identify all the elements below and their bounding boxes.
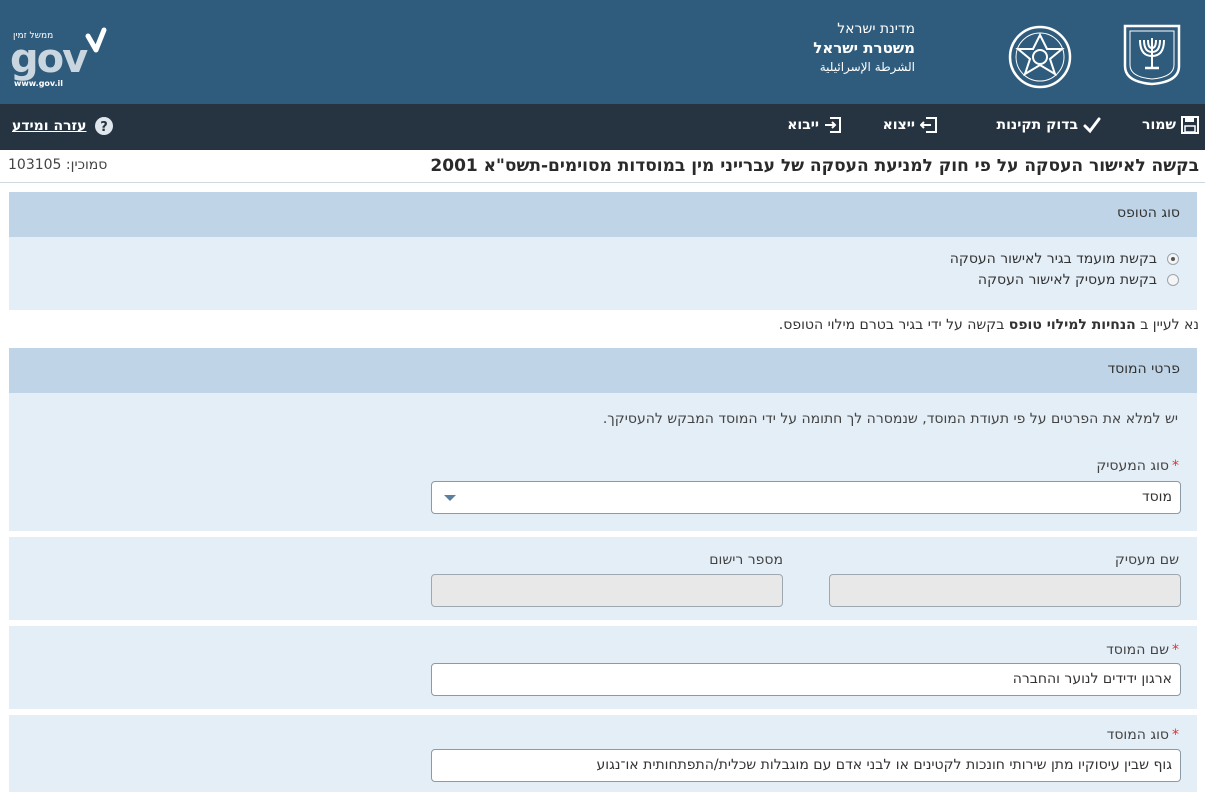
- institution-name-input[interactable]: ארגון ידידים לנוער והחברה: [431, 663, 1181, 696]
- form-type-section-title: סוג הטופס: [1117, 205, 1180, 221]
- institution-name-label-text: שם המוסד: [1106, 642, 1169, 658]
- employer-type-panel: יש למלא את הפרטים על פי תעודת המוסד, שנמ…: [9, 393, 1197, 531]
- import-button[interactable]: ייבוא: [787, 116, 842, 134]
- required-asterisk: *: [1172, 727, 1179, 743]
- import-label: ייבוא: [787, 117, 819, 133]
- institution-type-label: *סוג המוסד: [1107, 727, 1179, 743]
- agency-line-state: מדינת ישראל: [837, 21, 915, 37]
- institution-section-title: פרטי המוסד: [1107, 361, 1180, 377]
- radio-label: בקשת מעסיק לאישור העסקה: [977, 272, 1157, 288]
- gov-logo-wordmark: gov: [10, 36, 88, 82]
- employer-name-input[interactable]: [829, 574, 1181, 607]
- gov-logo-url: www.gov.il: [14, 79, 63, 88]
- title-row: בקשה לאישור העסקה על פי חוק למניעת העסקה…: [0, 150, 1205, 183]
- state-emblem-icon: [1123, 24, 1181, 86]
- institution-type-panel: *סוג המוסד גוף שבין עיסוקיו מתן שירותי ח…: [9, 715, 1197, 792]
- form-type-section-header: סוג הטופס: [9, 192, 1197, 237]
- radio-label: בקשת מועמד בגיר לאישור העסקה: [949, 251, 1157, 267]
- institution-instructions: יש למלא את הפרטים על פי תעודת המוסד, שנמ…: [602, 411, 1178, 427]
- svg-text:?: ?: [101, 120, 109, 135]
- radio-option-employer[interactable]: בקשת מעסיק לאישור העסקה: [978, 272, 1179, 288]
- reference-value: 103105: [8, 157, 62, 173]
- radio-button-selected[interactable]: [1167, 253, 1179, 265]
- chevron-down-icon: [444, 495, 456, 501]
- help-label: עזרה ומידע: [12, 118, 87, 134]
- guidelines-link[interactable]: הנחיות למילוי טופס: [1009, 317, 1136, 333]
- employer-type-label-text: סוג המעסיק: [1096, 458, 1169, 474]
- page-title: בקשה לאישור העסקה על פי חוק למניעת העסקה…: [430, 156, 1199, 176]
- required-asterisk: *: [1172, 458, 1179, 474]
- institution-name-panel: *שם המוסד ארגון ידידים לנוער והחברה: [9, 626, 1197, 709]
- reference-number: סמוכין: 103105: [8, 157, 107, 173]
- institution-name-label: *שם המוסד: [1106, 642, 1179, 658]
- radio-button[interactable]: [1167, 274, 1179, 286]
- help-link[interactable]: ? עזרה ומידע: [12, 116, 114, 136]
- check-validity-label: בדוק תקינות: [996, 117, 1078, 133]
- agency-line-police: משטרת ישראל: [813, 39, 915, 57]
- employer-type-label: *סוג המעסיק: [1096, 458, 1179, 474]
- institution-type-label-text: סוג המוסד: [1106, 727, 1169, 743]
- notice-prefix: נא לעיין ב: [1135, 317, 1199, 333]
- employer-name-label: שם מעסיק: [1114, 552, 1179, 568]
- reference-label: סמוכין:: [65, 157, 108, 173]
- help-question-icon: ?: [95, 117, 114, 135]
- form-type-panel: בקשת מועמד בגיר לאישור העסקה בקשת מעסיק …: [9, 237, 1197, 310]
- save-button[interactable]: שמור: [1142, 116, 1199, 134]
- radio-option-adult-candidate[interactable]: בקשת מועמד בגיר לאישור העסקה: [950, 251, 1179, 267]
- check-validity-button[interactable]: בדוק תקינות: [997, 116, 1101, 134]
- gov-check-icon: [85, 27, 107, 53]
- site-header: ממשל זמין gov www.gov.il מדינת ישראל משט…: [0, 0, 1205, 104]
- import-icon: [825, 117, 841, 133]
- employer-type-select[interactable]: מוסד: [431, 481, 1181, 514]
- required-asterisk: *: [1172, 642, 1179, 658]
- save-icon: [1181, 116, 1199, 134]
- save-label: שמור: [1142, 117, 1176, 133]
- agency-name: מדינת ישראל משטרת ישראל الشرطة الإسرائيل…: [813, 20, 915, 76]
- institution-section-header: פרטי המוסד: [9, 348, 1197, 393]
- employer-type-value: מוסד: [1141, 489, 1172, 505]
- form-toolbar: שמור בדוק תקינות ייצוא ייבוא ? עזרה ומיד…: [0, 104, 1205, 150]
- checkmark-icon: [1083, 117, 1101, 134]
- registration-number-input[interactable]: [431, 574, 783, 607]
- notice-suffix: בקשה על ידי בגיר בטרם מילוי הטופס.: [778, 317, 1009, 333]
- guidelines-notice: נא לעיין ב הנחיות למילוי טופס בקשה על יד…: [779, 317, 1199, 333]
- employer-details-panel: שם מעסיק מספר רישום: [9, 537, 1197, 620]
- export-label: ייצוא: [882, 117, 915, 133]
- institution-type-select[interactable]: גוף שבין עיסוקיו מתן שירותי חונכות לקטינ…: [431, 749, 1181, 782]
- export-button[interactable]: ייצוא: [883, 116, 938, 134]
- gov-il-logo[interactable]: ממשל זמין gov www.gov.il: [10, 22, 120, 92]
- agency-line-arabic: الشرطة الإسرائيلية: [819, 60, 915, 74]
- export-icon: [920, 117, 937, 133]
- registration-number-label: מספר רישום: [709, 552, 783, 568]
- police-badge-icon: [1008, 25, 1072, 89]
